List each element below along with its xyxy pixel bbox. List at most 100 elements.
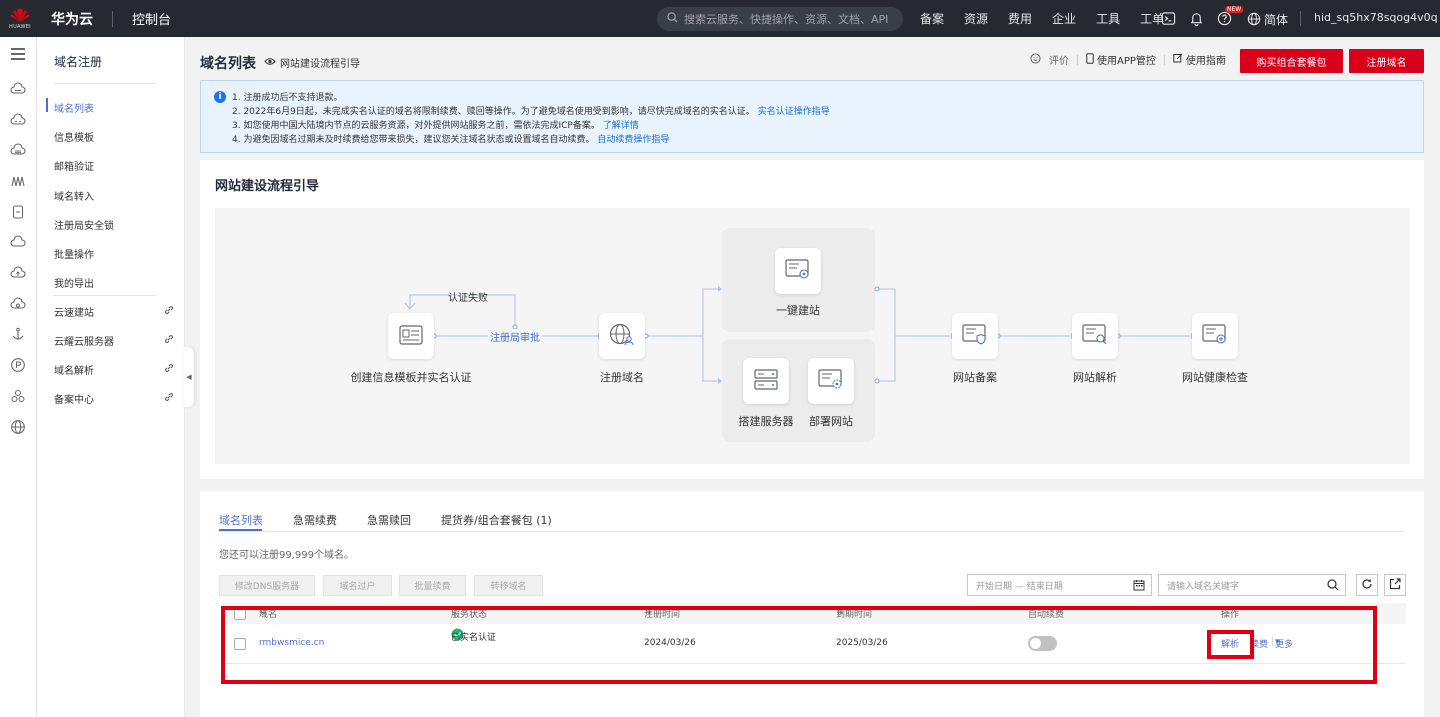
domain-transfer-owner-button[interactable]: 域名过户 bbox=[323, 575, 392, 596]
date-range-placeholder: 开始日期 — 结束日期 bbox=[976, 581, 1063, 592]
cloud-sync-icon[interactable] bbox=[9, 295, 27, 313]
list-tabs: 域名列表 急需续费 急需赎回 提货券/组合套餐包 (1) bbox=[219, 512, 552, 528]
flow-title: 网站建设流程引导 bbox=[215, 179, 320, 194]
monitor-settings-icon bbox=[785, 258, 811, 284]
tab-urgent-renew[interactable]: 急需续费 bbox=[293, 512, 337, 528]
monitor-search-icon bbox=[1082, 323, 1108, 349]
buy-bundle-button[interactable]: 购买组合套餐包 bbox=[1240, 49, 1343, 73]
tab-domain-list[interactable]: 域名列表 bbox=[219, 512, 263, 528]
onekey-node[interactable] bbox=[775, 248, 821, 294]
flow-guide-link[interactable]: 网站建设流程引导 bbox=[264, 55, 360, 70]
transfer-domain-button[interactable]: 转移域名 bbox=[474, 575, 543, 596]
parking-icon[interactable] bbox=[9, 356, 27, 374]
flow-guide-card: 网站建设流程引导 认证失败 注册局审批 创建信息模板并实名认证 注册域名 一键建… bbox=[200, 160, 1424, 479]
modify-dns-button[interactable]: 修改DNS服务器 bbox=[219, 575, 315, 596]
export-button[interactable] bbox=[1384, 574, 1406, 596]
top-bar: HUAWEI 华为云 控制台 搜索云服务、快捷操作、资源、文档、API 备案 资… bbox=[0, 0, 1440, 37]
dns-label: 网站解析 bbox=[1073, 371, 1117, 384]
tab-urgent-redeem[interactable]: 急需赎回 bbox=[367, 512, 411, 528]
sidebar-link-cloud-server[interactable]: 云耀云服务器 bbox=[54, 333, 174, 348]
external-link-icon bbox=[164, 305, 174, 318]
onekey-label: 一键建站 bbox=[776, 304, 820, 317]
realname-guide-link[interactable]: 实名认证操作指导 bbox=[758, 107, 830, 117]
quota-text: 您还可以注册99,999个域名。 bbox=[219, 550, 354, 561]
global-search-input[interactable]: 搜索云服务、快捷操作、资源、文档、API bbox=[657, 7, 903, 31]
chevron-left-icon: ◀ bbox=[186, 373, 192, 381]
nav-resources[interactable]: 资源 bbox=[964, 10, 988, 27]
nav-tools[interactable]: 工具 bbox=[1096, 10, 1120, 27]
huawei-petal-icon bbox=[10, 8, 30, 22]
search-icon[interactable] bbox=[1327, 579, 1339, 594]
server-node[interactable] bbox=[743, 358, 789, 404]
deploy-label: 部署网站 bbox=[809, 415, 853, 428]
globe-user-icon bbox=[609, 323, 635, 350]
server-label: 搭建服务器 bbox=[738, 415, 794, 428]
cloud-upload-icon[interactable] bbox=[9, 264, 27, 282]
cloud-storage-icon[interactable] bbox=[9, 111, 27, 129]
sidebar-item-registry-lock[interactable]: 注册局安全锁 bbox=[54, 217, 174, 232]
anchor-icon[interactable] bbox=[9, 325, 27, 343]
nav-icp[interactable]: 备案 bbox=[920, 10, 944, 27]
active-tab-indicator bbox=[219, 529, 262, 531]
globe-icon[interactable] bbox=[9, 418, 27, 436]
register-node[interactable] bbox=[599, 313, 645, 359]
template-node[interactable] bbox=[388, 313, 434, 359]
cloud-database-icon[interactable] bbox=[9, 141, 27, 159]
console-link[interactable]: 控制台 bbox=[132, 9, 171, 28]
sidebar-link-icp-center[interactable]: 备案中心 bbox=[54, 391, 174, 406]
sidebar-link-dns[interactable]: 域名解析 bbox=[54, 362, 174, 377]
rate-link[interactable]: 评价 bbox=[1049, 52, 1069, 67]
user-guide-link[interactable]: 使用指南 bbox=[1186, 52, 1226, 67]
huawei-logo[interactable]: HUAWEI bbox=[0, 0, 40, 37]
language-switch[interactable]: 简体 bbox=[1264, 11, 1288, 28]
sidebar-item-email-verify[interactable]: 邮箱验证 bbox=[54, 158, 174, 173]
sidebar-item-my-exports[interactable]: 我的导出 bbox=[54, 275, 174, 290]
sidebar-item-batch-ops[interactable]: 批量操作 bbox=[54, 246, 174, 261]
external-link-icon bbox=[164, 334, 174, 347]
icp-node[interactable] bbox=[952, 313, 998, 359]
info-icon: i bbox=[214, 91, 226, 103]
deploy-node[interactable] bbox=[808, 358, 854, 404]
batch-renew-button[interactable]: 批量续费 bbox=[399, 575, 466, 596]
refresh-button[interactable] bbox=[1356, 574, 1378, 596]
brand-name[interactable]: 华为云 bbox=[51, 9, 93, 29]
terminal-icon[interactable] bbox=[1160, 11, 1176, 27]
health-node[interactable] bbox=[1192, 313, 1238, 359]
network-icon[interactable] bbox=[9, 172, 27, 190]
menu-icon[interactable] bbox=[9, 45, 27, 63]
top-nav: 备案 资源 费用 企业 工具 工单 bbox=[920, 0, 1184, 37]
tab-vouchers[interactable]: 提货券/组合套餐包 (1) bbox=[441, 512, 552, 528]
flow-diagram: 认证失败 注册局审批 创建信息模板并实名认证 注册域名 一键建站 搭建服务器 部… bbox=[215, 208, 1410, 464]
calendar-icon bbox=[1133, 579, 1145, 594]
globe-icon[interactable] bbox=[1246, 11, 1262, 27]
bell-icon[interactable] bbox=[1188, 11, 1204, 27]
notice-line-2: 2. 2022年6月9日起，未完成实名认证的域名将限制续费、赎回等操作。为了避免… bbox=[232, 107, 830, 117]
sidebar-link-site-builder[interactable]: 云速建站 bbox=[54, 304, 174, 319]
cluster-icon[interactable] bbox=[9, 387, 27, 405]
notice-banner: i 1. 注册成功后不支持退款。 2. 2022年6月9日起，未完成实名认证的域… bbox=[200, 80, 1424, 153]
app-control-link[interactable]: 使用APP管控 bbox=[1097, 52, 1156, 67]
sidebar-collapse-button[interactable]: ◀ bbox=[184, 347, 194, 407]
learn-more-link[interactable]: 了解详情 bbox=[603, 121, 639, 131]
monitor-gear-icon bbox=[818, 368, 844, 394]
tab-divider bbox=[219, 531, 1404, 532]
divider bbox=[1300, 11, 1301, 26]
user-account[interactable]: hid_sq5hx78sqog4v0q bbox=[1314, 11, 1438, 24]
auto-renew-guide-link[interactable]: 自动续费操作指导 bbox=[597, 135, 669, 145]
sidebar-item-domain-list[interactable]: 域名列表 bbox=[54, 100, 174, 115]
cloud-icon[interactable] bbox=[9, 233, 27, 251]
nav-enterprise[interactable]: 企业 bbox=[1052, 10, 1076, 27]
date-range-picker[interactable]: 开始日期 — 结束日期 bbox=[967, 574, 1152, 596]
edit-icon bbox=[1173, 53, 1183, 66]
document-icon[interactable] bbox=[9, 203, 27, 221]
cloud-server-icon[interactable] bbox=[9, 80, 27, 98]
help-icon[interactable]: NEW bbox=[1216, 5, 1244, 27]
sidebar-item-domain-transfer-in[interactable]: 域名转入 bbox=[54, 188, 174, 203]
register-domain-button[interactable]: 注册域名 bbox=[1349, 49, 1424, 73]
domain-keyword-input[interactable]: 请输入域名关键字 bbox=[1158, 574, 1346, 596]
service-rail bbox=[0, 37, 37, 717]
id-card-icon bbox=[399, 324, 423, 348]
dns-node[interactable] bbox=[1072, 313, 1118, 359]
nav-billing[interactable]: 费用 bbox=[1008, 10, 1032, 27]
sidebar-item-info-template[interactable]: 信息模板 bbox=[54, 129, 174, 144]
